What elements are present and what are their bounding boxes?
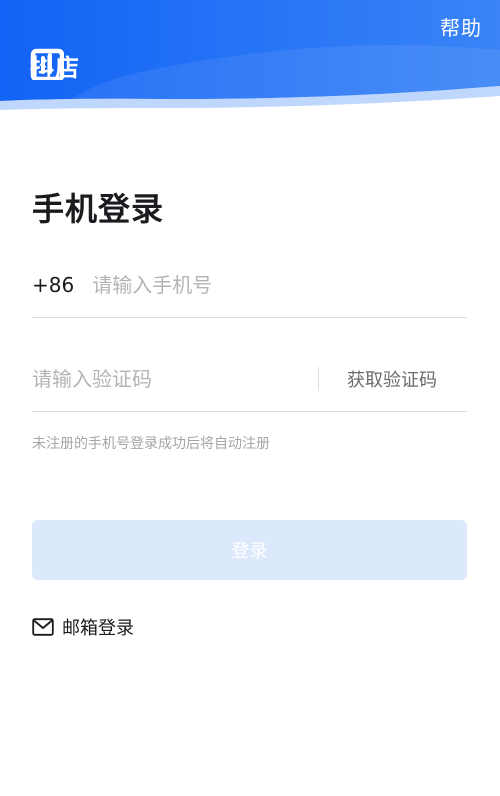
verification-code-field: 获取验证码 bbox=[32, 346, 467, 412]
help-link[interactable]: 帮助 bbox=[440, 12, 482, 41]
auto-register-hint: 未注册的手机号登录成功后将自动注册 bbox=[32, 436, 270, 452]
verification-code-input[interactable] bbox=[32, 366, 306, 391]
email-login-link[interactable]: 邮箱登录 bbox=[32, 614, 134, 640]
country-code-selector[interactable]: +86 bbox=[32, 273, 74, 297]
get-code-button[interactable]: 获取验证码 bbox=[347, 366, 437, 392]
email-login-label: 邮箱登录 bbox=[62, 618, 134, 639]
brand-logo: 抖店 bbox=[30, 48, 80, 83]
phone-field: +86 bbox=[32, 252, 467, 318]
doudian-logo-icon bbox=[30, 48, 64, 80]
mail-icon bbox=[32, 618, 54, 636]
login-button[interactable]: 登录 bbox=[32, 520, 467, 580]
page-title: 手机登录 bbox=[32, 190, 165, 228]
phone-input[interactable] bbox=[92, 272, 467, 297]
app-header: 帮助 抖店 bbox=[0, 0, 500, 112]
field-divider bbox=[318, 366, 319, 391]
